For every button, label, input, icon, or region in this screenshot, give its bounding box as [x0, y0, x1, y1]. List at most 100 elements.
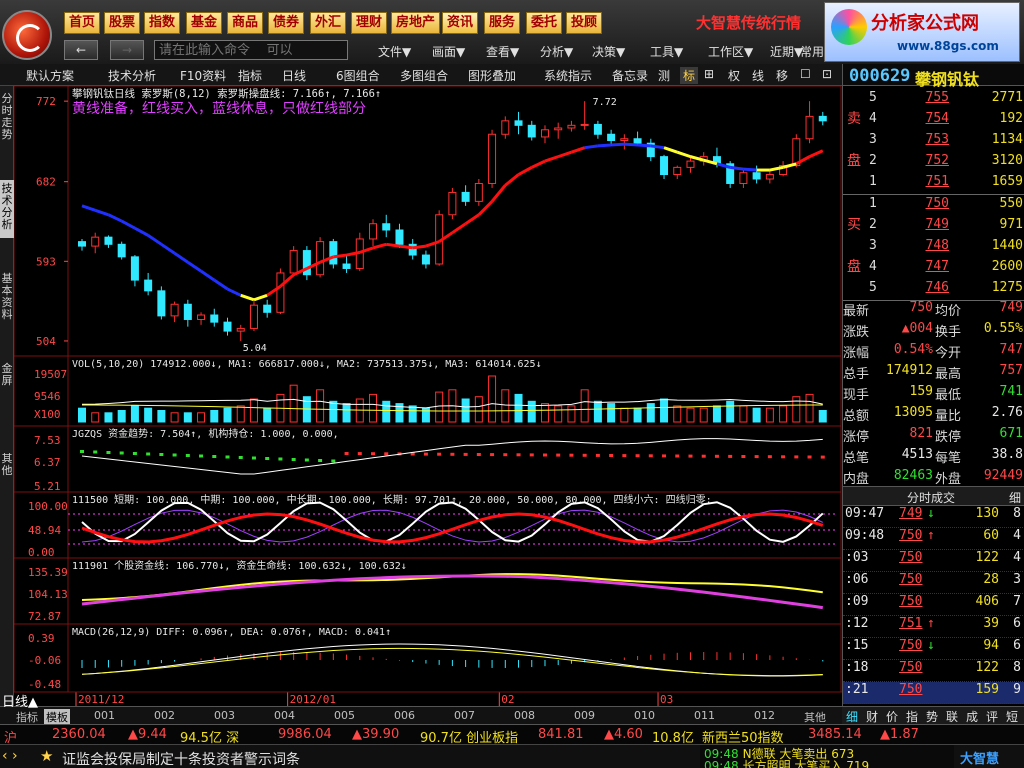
quote-tab-6[interactable]: 成 [966, 708, 978, 725]
candle-body[interactable] [249, 304, 258, 329]
bottom-tab-6[interactable]: 004 [274, 709, 295, 722]
toolbar-item-1[interactable]: 技术分析 [108, 67, 156, 84]
tick-row[interactable]: 09:48 750 ↑ 60 4 [843, 528, 1024, 550]
menu-9[interactable]: 资讯 [442, 12, 479, 34]
menu-6[interactable]: 外汇 [310, 12, 347, 34]
candle-body[interactable] [474, 182, 483, 202]
candle-body[interactable] [580, 123, 589, 126]
bid-price[interactable]: 746 [907, 280, 949, 295]
candle-body[interactable] [316, 241, 325, 276]
candle-body[interactable] [501, 120, 510, 135]
sub-menu-6[interactable]: 工作区▼ [708, 43, 753, 60]
toolbar-item-2[interactable]: F10资料 [180, 67, 226, 84]
candle-body[interactable] [660, 156, 669, 176]
candle-body[interactable] [686, 160, 695, 168]
tick-row[interactable]: :21 750 159 9 [843, 682, 1024, 704]
candle-body[interactable] [818, 115, 827, 122]
bid-price[interactable]: 749 [907, 217, 949, 232]
left-tab-3[interactable]: 金屏 [0, 360, 14, 392]
candle-body[interactable] [514, 120, 523, 126]
command-input[interactable] [154, 40, 348, 60]
ask-price[interactable]: 751 [907, 174, 949, 189]
quote-tab-2[interactable]: 价 [886, 708, 898, 725]
toolbar-item-14[interactable]: 线 [752, 67, 764, 84]
candle-body[interactable] [540, 129, 549, 138]
candle-body[interactable] [488, 133, 497, 184]
ask-price[interactable]: 755 [907, 90, 949, 105]
app-logo-icon[interactable] [2, 10, 52, 60]
menu-12[interactable]: 投顾 [566, 12, 603, 34]
tick-row[interactable]: 09:47 749 ↓ 130 8 [843, 506, 1024, 528]
candle-body[interactable] [633, 138, 642, 144]
candle-body[interactable] [144, 279, 153, 292]
candle-body[interactable] [183, 303, 192, 320]
bottom-tab-0[interactable]: 日线▲ [2, 691, 38, 710]
bottom-tab-7[interactable]: 005 [334, 709, 355, 722]
toolbar-item-6[interactable]: 多图组合 [400, 67, 448, 84]
toolbar-item-13[interactable]: 权 [728, 67, 740, 84]
left-tab-0[interactable]: 分时走势 [0, 90, 14, 148]
ask-price[interactable]: 754 [907, 111, 949, 126]
menu-7[interactable]: 理财 [351, 12, 388, 34]
candle-body[interactable] [342, 263, 351, 269]
bid-price[interactable]: 750 [907, 196, 949, 211]
left-tab-4[interactable]: 其他 [0, 450, 14, 482]
ticks-detail-button[interactable]: 细 [1009, 489, 1021, 506]
quote-tab-8[interactable]: 短 [1006, 708, 1018, 725]
menu-1[interactable]: 股票 [104, 12, 141, 34]
candle-body[interactable] [395, 229, 404, 245]
menu-8[interactable]: 房地产 [391, 12, 441, 34]
tick-row[interactable]: :15 750 ↓ 94 6 [843, 638, 1024, 660]
bid-row[interactable]: 2 749 971 [843, 217, 1024, 237]
menu-11[interactable]: 委托 [526, 12, 563, 34]
candle-body[interactable] [223, 321, 232, 332]
ask-row[interactable]: 4 754 192 [843, 111, 1024, 131]
candle-body[interactable] [620, 138, 629, 142]
menu-0[interactable]: 首页 [64, 12, 101, 34]
quote-tab-3[interactable]: 指 [906, 708, 918, 725]
candle-body[interactable] [197, 314, 206, 320]
sub-menu-4[interactable]: 决策▼ [592, 43, 625, 60]
candle-body[interactable] [104, 236, 113, 245]
quote-tab-0[interactable]: 细 [846, 708, 858, 725]
candle-body[interactable] [210, 314, 219, 323]
back-button[interactable]: ← [64, 40, 98, 60]
candle-body[interactable] [461, 191, 470, 202]
quote-tab-1[interactable]: 财 [866, 708, 878, 725]
candle-body[interactable] [593, 123, 602, 135]
candle-body[interactable] [91, 236, 100, 247]
candle-body[interactable] [236, 327, 245, 332]
candle-body[interactable] [448, 191, 457, 216]
toolbar-item-15[interactable]: 移 [776, 67, 788, 84]
bottom-tab-13[interactable]: 011 [694, 709, 715, 722]
star-icon[interactable]: ★ [40, 747, 53, 765]
candle-body[interactable] [527, 124, 536, 138]
bid-row[interactable]: 3 748 1440 [843, 238, 1024, 258]
menu-10[interactable]: 服务 [484, 12, 521, 34]
ask-row[interactable]: 1 751 1659 [843, 174, 1024, 194]
bid-price[interactable]: 748 [907, 238, 949, 253]
menu-4[interactable]: 商品 [227, 12, 264, 34]
tick-row[interactable]: :06 750 28 3 [843, 572, 1024, 594]
toolbar-item-3[interactable]: 指标 [238, 67, 262, 84]
candle-body[interactable] [739, 172, 748, 184]
bottom-tab-12[interactable]: 010 [634, 709, 655, 722]
ask-row[interactable]: 2 752 3120 [843, 153, 1024, 173]
bottom-tab-14[interactable]: 012 [754, 709, 775, 722]
candle-body[interactable] [130, 256, 139, 281]
candle-body[interactable] [382, 223, 391, 231]
candle-body[interactable] [157, 290, 166, 317]
sub-menu-5[interactable]: 工具▼ [650, 43, 683, 60]
candle-body[interactable] [765, 174, 774, 180]
tick-row[interactable]: :03 750 122 4 [843, 550, 1024, 572]
toolbar-item-7[interactable]: 图形叠加 [468, 67, 516, 84]
candle-body[interactable] [752, 172, 761, 180]
chart-area[interactable]: 攀钢钒钛日线 索罗斯(8,12) 索罗斯操盘线: 7.166↑, 7.166↑黄… [14, 86, 842, 706]
candle-body[interactable] [567, 124, 576, 129]
forward-button[interactable]: → [110, 40, 144, 60]
menu-2[interactable]: 指数 [144, 12, 181, 34]
bid-row[interactable]: 1 750 550 [843, 196, 1024, 216]
bottom-tab-4[interactable]: 002 [154, 709, 175, 722]
bid-row[interactable]: 4 747 2600 [843, 259, 1024, 279]
sub-menu-0[interactable]: 文件▼ [378, 43, 411, 60]
